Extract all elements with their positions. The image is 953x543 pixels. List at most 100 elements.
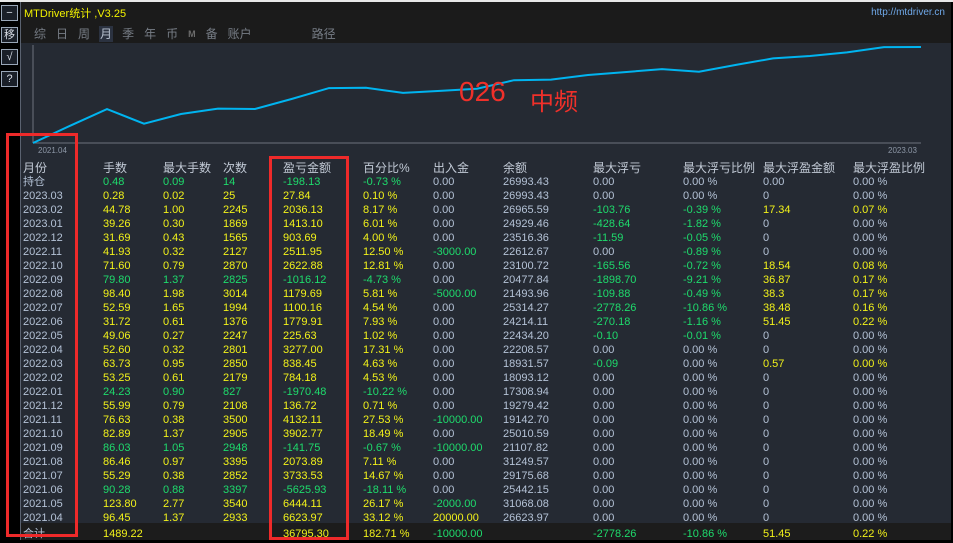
cell-最大浮亏: 0.00 [593,344,615,356]
cell-最大手数: 0.90 [163,386,185,398]
column-header[interactable]: 最大浮亏比例 [683,160,763,175]
cell-最大手数: 1.00 [163,204,185,216]
cell-手数: 53.25 [103,372,131,384]
cell-余额: 26993.43 [503,190,549,202]
cell-最大浮亏比例: -0.39 % [683,204,721,216]
cell-百分比%: 14.67 % [363,470,404,482]
cell-出入金: 20000.00 [433,512,479,524]
cell-余额: 26623.97 [503,512,549,524]
cell-最大浮亏比例: -0.72 % [683,260,721,272]
table-row: 2021.09 86.03 1.05 2948 -141.75 -0.67 % -10000… [23,441,933,455]
tab-1[interactable]: 日 [55,26,69,42]
cell-最大浮盈比例: 0.16 % [853,302,888,314]
tab-6[interactable]: 币 [165,26,179,42]
cell-最大浮亏比例: 0.00 % [683,344,718,356]
column-header[interactable]: 出入金 [433,160,503,175]
cell-百分比%: 0.71 % [363,400,398,412]
cell-出入金: -3000.00 [433,246,477,258]
cell-百分比%: -18.11 % [363,484,407,496]
cell-最大手数: 0.61 [163,372,185,384]
tab-7[interactable]: M [187,26,197,42]
tab-4[interactable]: 季 [121,26,135,42]
table-row: 2022.08 98.40 1.98 3014 1179.69 5.81 % -5000.0… [23,287,933,301]
cell-最大浮盈金额: 0 [763,344,770,356]
tab-9[interactable]: 账户 [227,26,253,42]
cell-最大浮盈比例: 0.00 % [853,386,888,398]
cell-余额: 22434.20 [503,330,549,342]
column-header[interactable]: 最大浮盈比例 [853,160,933,175]
column-header[interactable]: 百分比% [363,160,433,175]
cell-百分比%: -0.73 % [363,176,401,188]
column-header[interactable]: 最大浮盈金额 [763,160,853,175]
cell-百分比%: 1.02 % [363,330,398,342]
table-row: 2022.09 79.80 1.37 2825 -1016.12 -4.73 % 0.00 2… [23,273,933,287]
cell-余额: 17308.94 [503,386,549,398]
cell-最大手数: 1.05 [163,442,185,454]
table-row: 2022.11 41.93 0.32 2127 2511.95 12.50 % -3000.… [23,245,933,259]
cell-出入金: 0.00 [433,358,455,370]
cell-最大浮盈比例: 0.00 % [853,330,888,342]
cell-最大浮盈金额: 0 [763,372,770,384]
cell-最大浮亏比例: -0.49 % [683,288,721,300]
cell-百分比%: 26.17 % [363,498,404,510]
cell-最大浮盈金额: 51.45 [763,316,791,328]
cell-最大浮盈金额: 36.87 [763,274,791,286]
cell-手数: 90.28 [103,484,131,496]
cell-百分比%: 0.10 % [363,190,398,202]
cell-最大浮亏: -11.59 [593,232,624,244]
tab-10[interactable]: 路径 [311,26,337,42]
cell-最大浮亏: 0.00 [593,176,615,188]
cell-最大浮亏: 0.00 [593,246,615,258]
help-button[interactable]: ? [1,71,18,87]
column-header[interactable]: 最大浮亏 [593,160,683,175]
table-row: 2022.04 52.60 0.32 2801 3277.00 17.31 % 0.00 22… [23,343,933,357]
cell-最大浮盈比例: 0.17 % [853,274,888,286]
cell-最大浮盈金额: 0 [763,218,770,230]
tab-3[interactable]: 月 [99,26,114,42]
cell-最大浮盈比例: 0.00 % [853,218,888,230]
cell-最大浮盈金额: 0 [763,456,770,468]
minimize-icon: − [6,7,13,19]
cell-最大浮亏: 0.00 [593,386,615,398]
column-header[interactable]: 余额 [503,160,593,175]
tab-2[interactable]: 周 [77,26,91,42]
table-row: 2022.05 49.06 0.27 2247 225.63 1.02 % 0.00 2243… [23,329,933,343]
cell-最大浮亏: -270.18 [593,316,631,328]
cell-最大浮盈金额: 38.48 [763,302,791,314]
cell-百分比%: 6.01 % [363,218,398,230]
cell-最大手数: 0.27 [163,330,185,342]
annotation-label: 中频 [530,89,578,116]
tab-8[interactable]: 备 [205,26,219,42]
cell-最大浮盈比例: 0.00 % [853,190,888,202]
table-row: 2022.01 24.23 0.90 827 -1970.48 -10.22 % 0.00 1… [23,385,933,399]
table-row: 2021.08 86.46 0.97 3395 2073.89 7.11 % 0.00 312… [23,455,933,469]
column-header[interactable]: 手数 [103,160,163,175]
tab-5[interactable]: 年 [143,26,157,42]
cell-最大手数: 0.95 [163,358,185,370]
cell-最大浮亏比例: 0.00 % [683,470,718,482]
cell-出入金: 0.00 [433,484,455,496]
table-row: 2021.05 123.80 2.77 3540 6444.11 26.17 % -2000… [23,497,933,511]
check-button[interactable]: √ [1,49,18,65]
cell-出入金: 0.00 [433,218,455,230]
cell-最大浮亏比例: 0.00 % [683,512,718,524]
cell-余额: 19279.42 [503,400,549,412]
cell-最大浮亏比例: 0.00 % [683,358,718,370]
minimize-button[interactable]: − [1,5,18,21]
cell-手数: 55.29 [103,470,131,482]
cell-最大浮亏: 0.00 [593,470,615,482]
cell-余额: 25314.27 [503,302,549,314]
website-link[interactable]: http://mtdriver.cn [871,7,945,18]
tab-0[interactable]: 综 [33,26,47,42]
move-button[interactable]: 移 [1,27,18,43]
cell-最大手数: 0.32 [163,246,185,258]
cell-最大浮亏: -165.56 [593,260,631,272]
cell-最大浮亏比例: 0.00 % [683,498,718,510]
cell-最大手数: 0.61 [163,316,185,328]
cell-手数: 41.93 [103,246,131,258]
cell-手数: 63.73 [103,358,131,370]
cell-最大手数: 0.79 [163,260,185,272]
column-header[interactable]: 最大手数 [163,160,223,175]
cell-百分比%: 4.54 % [363,302,398,314]
table-row: 2023.03 0.28 0.02 25 27.84 0.10 % 0.00 26993.43… [23,189,933,203]
